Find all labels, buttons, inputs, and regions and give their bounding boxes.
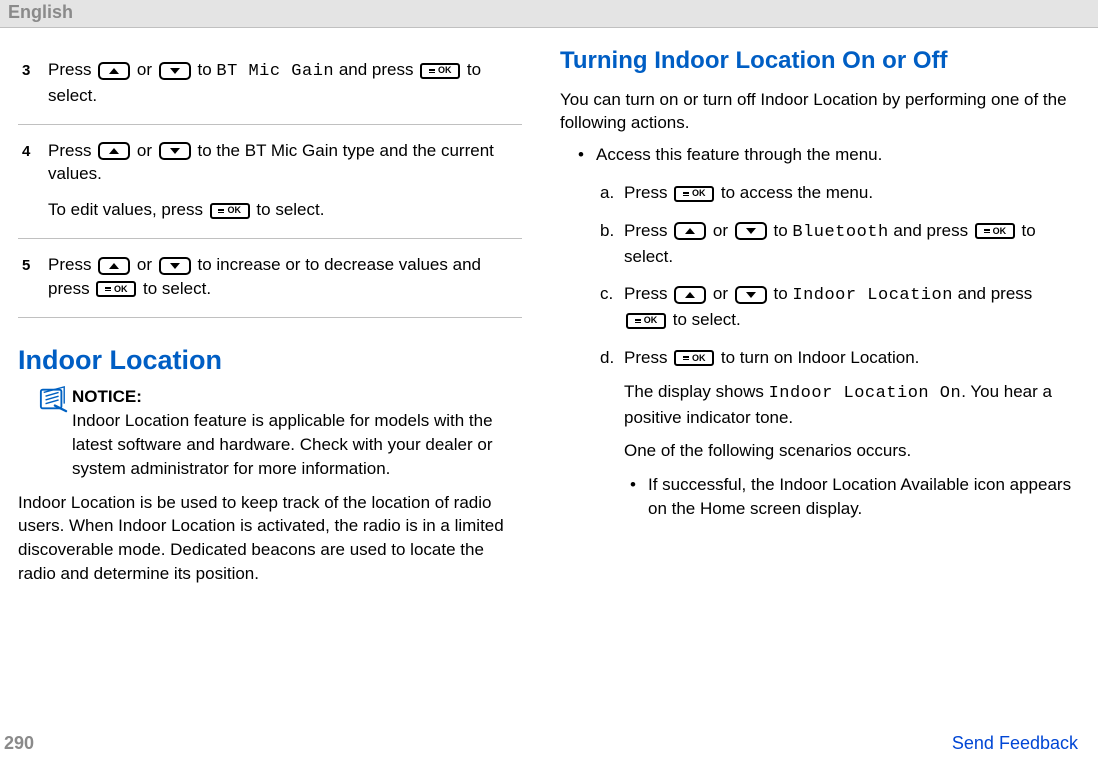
language-label: English: [8, 2, 73, 22]
step-item: 4Press or to the BT Mic Gain type and th…: [18, 125, 522, 239]
section-heading-indoor-location: Indoor Location: [18, 342, 522, 380]
menu-glyph-icon: [984, 229, 990, 233]
menu-ok-key-icon: OK: [674, 186, 714, 202]
step-body: Press or to BT Mic Gain and press OK to …: [48, 58, 518, 108]
step-body: Press or to the BT Mic Gain type and the…: [48, 139, 518, 222]
inner-bullet-item: •If successful, the Indoor Location Avai…: [630, 473, 1072, 521]
notice-label: NOTICE:: [72, 385, 522, 409]
up-arrow-key-icon: [98, 142, 130, 160]
page-number: 290: [4, 733, 34, 754]
menu-ok-key-icon: OK: [420, 63, 460, 79]
menu-ok-key-icon: OK: [674, 350, 714, 366]
menu-ok-key-icon: OK: [626, 313, 666, 329]
notice-body: Indoor Location feature is applicable fo…: [72, 411, 493, 478]
page-footer: 290 Send Feedback: [0, 733, 1098, 762]
step-paragraph: Press or to BT Mic Gain and press OK to …: [48, 58, 518, 108]
sub-step-item: b.Press or to Bluetooth and press OK to …: [600, 219, 1072, 269]
page-header: English: [0, 0, 1098, 28]
menu-ok-key-icon: OK: [975, 223, 1015, 239]
up-arrow-key-icon: [98, 62, 130, 80]
sub-step-letter: b.: [600, 219, 624, 243]
sub-step-paragraph: Press OK to turn on Indoor Location.: [624, 346, 1072, 370]
bullet-dot-icon: •: [630, 473, 648, 497]
sub-step-letter: a.: [600, 181, 624, 205]
section-heading-turning-on-off: Turning Indoor Location On or Off: [560, 44, 1072, 78]
step-list: 3Press or to BT Mic Gain and press OK to…: [18, 44, 522, 318]
ok-key-label: OK: [692, 354, 706, 363]
sub-step-list: a.Press OK to access the menu.b.Press or…: [600, 181, 1072, 521]
down-arrow-key-icon: [159, 257, 191, 275]
sub-step-item: a.Press OK to access the menu.: [600, 181, 1072, 205]
ok-key-label: OK: [993, 227, 1007, 236]
sub-step-paragraph: Press OK to access the menu.: [624, 181, 1072, 205]
ok-key-label: OK: [692, 189, 706, 198]
ok-key-label: OK: [644, 316, 658, 325]
step-number: 3: [22, 58, 48, 81]
down-arrow-key-icon: [735, 222, 767, 240]
right-column: Turning Indoor Location On or Off You ca…: [550, 44, 1080, 733]
sub-step-letter: d.: [600, 346, 624, 370]
sub-step-body: Press or to Bluetooth and press OK to se…: [624, 219, 1072, 269]
sub-step-letter: c.: [600, 282, 624, 306]
menu-ok-key-icon: OK: [210, 203, 250, 219]
sub-step-paragraph: Press or to Bluetooth and press OK to se…: [624, 219, 1072, 269]
up-arrow-key-icon: [674, 286, 706, 304]
bullet-dot-icon: •: [578, 143, 596, 167]
menu-glyph-icon: [683, 356, 689, 360]
send-feedback-link[interactable]: Send Feedback: [952, 733, 1078, 754]
sub-step-item: d.Press OK to turn on Indoor Location. Th…: [600, 346, 1072, 521]
up-arrow-key-icon: [98, 257, 130, 275]
mono-text: BT Mic Gain: [216, 62, 334, 81]
ok-key-label: OK: [227, 206, 241, 215]
sub-step-item: c.Press or to Indoor Location and press …: [600, 282, 1072, 332]
sub-step-paragraph: Press or to Indoor Location and press OK…: [624, 282, 1072, 332]
step-item: 5Press or to increase or to decrease val…: [18, 239, 522, 318]
sub-step-paragraph: One of the following scenarios occurs.: [624, 439, 1072, 463]
step-paragraph: Press or to the BT Mic Gain type and the…: [48, 139, 518, 187]
mono-text: Bluetooth: [792, 223, 888, 242]
left-column: 3Press or to BT Mic Gain and press OK to…: [0, 44, 530, 733]
bullet-text: Access this feature through the menu.: [596, 143, 882, 167]
menu-glyph-icon: [105, 287, 111, 291]
menu-glyph-icon: [635, 319, 641, 323]
indoor-location-paragraph: Indoor Location is be used to keep track…: [18, 491, 522, 586]
down-arrow-key-icon: [735, 286, 767, 304]
down-arrow-key-icon: [159, 62, 191, 80]
ok-key-label: OK: [114, 285, 128, 294]
step-paragraph: Press or to increase or to decrease valu…: [48, 253, 518, 301]
step-number: 4: [22, 139, 48, 162]
menu-ok-key-icon: OK: [96, 281, 136, 297]
bullet-item: • Access this feature through the menu.: [578, 143, 1072, 167]
sub-step-paragraph: The display shows Indoor Location On. Yo…: [624, 380, 1072, 430]
step-number: 5: [22, 253, 48, 276]
mono-text: Indoor Location On: [769, 384, 962, 403]
notice-icon: [38, 385, 72, 420]
step-body: Press or to increase or to decrease valu…: [48, 253, 518, 301]
step-paragraph: To edit values, press OK to select.: [48, 198, 518, 222]
menu-glyph-icon: [218, 209, 224, 213]
notice-block: NOTICE: Indoor Location feature is appli…: [38, 385, 522, 480]
ok-key-label: OK: [438, 66, 452, 75]
up-arrow-key-icon: [674, 222, 706, 240]
intro-paragraph: You can turn on or turn off Indoor Locat…: [560, 88, 1072, 136]
step-item: 3Press or to BT Mic Gain and press OK to…: [18, 44, 522, 125]
menu-glyph-icon: [683, 192, 689, 196]
sub-step-body: Press or to Indoor Location and press OK…: [624, 282, 1072, 332]
sub-step-body: Press OK to turn on Indoor Location. The …: [624, 346, 1072, 521]
sub-step-body: Press OK to access the menu.: [624, 181, 1072, 205]
menu-glyph-icon: [429, 69, 435, 73]
mono-text: Indoor Location: [792, 286, 953, 305]
down-arrow-key-icon: [159, 142, 191, 160]
inner-bullet-text: If successful, the Indoor Location Avail…: [648, 473, 1072, 521]
